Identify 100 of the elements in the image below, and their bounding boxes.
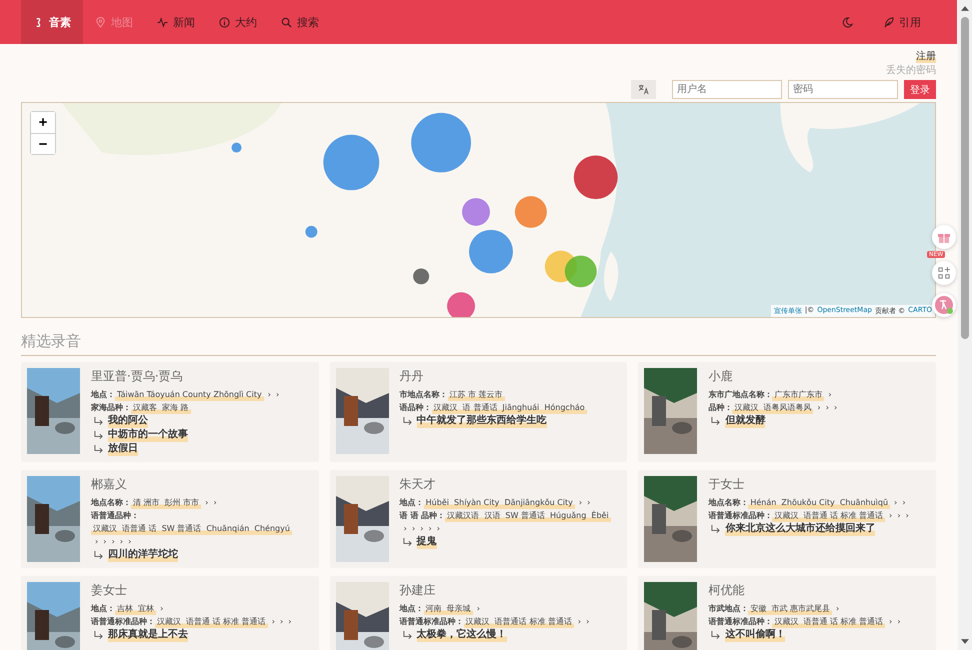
username-field[interactable]: 用户名: [672, 80, 782, 99]
story-link[interactable]: 四川的洋芋坨坨: [108, 548, 178, 562]
meta-value[interactable]: 汉藏汉 语 普通话 Jiānghuái Hóngcháo: [432, 401, 587, 414]
nav-tab[interactable]: 搜索: [269, 0, 331, 44]
gift-button[interactable]: [932, 225, 956, 249]
meta-value[interactable]: Táiwān Táoyuán County Zhōnglì City: [115, 388, 264, 401]
return-arrow-icon: [93, 430, 104, 440]
chevron-text: › ›: [578, 498, 590, 507]
speaker-name: 里亚普·贾乌·贾乌: [91, 368, 184, 385]
story-link[interactable]: 我的阿公: [108, 414, 148, 428]
feather-icon: [883, 16, 894, 28]
return-arrow-icon: [93, 550, 104, 560]
meta-value[interactable]: 汉藏汉语 汉语 SW 普通话 Húguǎng Èběi: [445, 509, 611, 522]
translate-icon: [638, 84, 649, 95]
chevron-text: › ›: [268, 390, 280, 399]
story-link[interactable]: 那床真就是上不去: [108, 628, 188, 642]
return-arrow-icon: [402, 416, 413, 426]
story-link[interactable]: 捉鬼: [416, 535, 437, 549]
chevron-text: ›: [160, 604, 164, 613]
meta-label: 家海品种：: [91, 403, 131, 412]
meta-value[interactable]: 汉藏汉 语粤风语粤风: [732, 401, 814, 414]
meta-value[interactable]: 汉藏汉 语普通 话 标准 普通话: [155, 615, 268, 628]
chevron-text: › ›: [894, 498, 906, 507]
return-arrow-icon: [93, 630, 104, 640]
search-icon: [281, 16, 292, 28]
chevron-text: ›: [828, 390, 832, 399]
meta-label: 地点：: [400, 604, 424, 613]
pin-icon: [95, 16, 106, 28]
meta-value[interactable]: 汉藏汉 语普通 话 标准 普通话: [772, 509, 886, 522]
nav-tab[interactable]: 新闻: [145, 0, 207, 44]
login-button[interactable]: 登录: [904, 80, 936, 99]
zoom-out-button[interactable]: −: [31, 133, 55, 154]
scroll-down-icon[interactable]: [961, 639, 969, 644]
meta-value[interactable]: Húběi Shíyàn City Dānjiāngkǒu City: [424, 496, 575, 509]
chevron-text: ›: [476, 604, 480, 613]
nav-tab[interactable]: 大约: [207, 0, 269, 44]
speaker-name: 孙建庄: [400, 582, 437, 599]
return-arrow-icon: [93, 444, 104, 454]
meta-label: 语普通标准品种：: [708, 617, 772, 626]
return-arrow-icon: [710, 524, 722, 534]
scrollbar[interactable]: [958, 0, 972, 650]
pulse-icon: [157, 16, 168, 28]
story-link[interactable]: 中午就发了那些东西给学生吃: [416, 414, 547, 428]
translate-button[interactable]: [631, 80, 656, 99]
meta-value[interactable]: 汉藏汉 语普通 话 标准 普通话: [772, 615, 886, 628]
moon-icon[interactable]: [842, 16, 853, 28]
meta-label: 语普通标准品种：: [708, 511, 772, 520]
speaker-name: 姜女士: [91, 582, 128, 599]
speaker-name: 柯优能: [708, 582, 746, 599]
meta-label: 地点名称：: [91, 498, 131, 507]
return-arrow-icon: [710, 630, 722, 640]
meta-value[interactable]: 清 洲市 彭州 市市: [131, 496, 202, 509]
speaker-name: 于女士: [708, 476, 746, 493]
register-link[interactable]: 注册: [916, 49, 936, 63]
apps-button[interactable]: [932, 261, 956, 285]
story-link[interactable]: 太极拳，它这么慢！: [416, 628, 507, 642]
meta-label: 语 语 品种：: [400, 511, 446, 520]
return-arrow-icon: [710, 416, 722, 426]
chevron-text: › › › › ›: [95, 537, 132, 546]
speaker-name: 朱天才: [400, 476, 437, 493]
chevron-text: › ›: [578, 617, 590, 626]
meta-label: 地点：: [91, 604, 115, 613]
story-link[interactable]: 中坜市的一个故事: [108, 428, 188, 442]
meta-label: 品种：: [708, 403, 732, 412]
scroll-up-icon[interactable]: [961, 6, 969, 11]
translate-avatar-icon: [934, 295, 954, 315]
meta-value[interactable]: 江苏 市 莲云市: [448, 388, 505, 401]
info-icon: [219, 16, 230, 28]
chevron-text: ›: [836, 604, 840, 613]
meta-label: 语普通品种：: [91, 511, 139, 520]
meta-value[interactable]: 吉林 宜林: [115, 602, 156, 615]
meta-value[interactable]: 汉藏汉 语普通 话 SW 普通话 Chuānqián Chéngyú: [91, 522, 292, 535]
meta-label: 语普通标准品种：: [91, 617, 155, 626]
meta-value[interactable]: Hénán Zhōukǒu City Chuānhuìqū: [748, 496, 890, 509]
return-arrow-icon: [402, 630, 413, 640]
translate-avatar-button[interactable]: [932, 293, 956, 317]
meta-value[interactable]: 汉藏汉 语普通话 标准 普通话: [464, 615, 574, 628]
meta-value[interactable]: 安徽 市武 惠市武尾县: [748, 602, 832, 615]
chevron-text: › ›: [205, 498, 217, 507]
password-field[interactable]: 密码: [788, 80, 898, 99]
story-link[interactable]: 这不叫偷啊！: [725, 628, 786, 642]
story-link[interactable]: 放假日: [108, 442, 138, 456]
apps-icon: [938, 267, 950, 279]
story-link[interactable]: 你来北京这么大城市还给摸回来了: [725, 522, 876, 536]
meta-label: 语普通标准品种：: [400, 617, 464, 626]
meta-label: 市武地点：: [708, 604, 748, 613]
cite-link[interactable]: 引用: [883, 0, 921, 44]
story-link[interactable]: 但就发酵: [725, 414, 766, 428]
speaker-name: 小鹿: [708, 368, 734, 385]
chevron-text: › ›: [889, 617, 901, 626]
meta-value[interactable]: 汉藏客 家海 路: [131, 401, 191, 414]
meta-value[interactable]: 广东市广东市: [772, 388, 824, 401]
meta-label: 东市广地点名称：: [708, 390, 772, 399]
nav-tab[interactable]: 音素: [21, 0, 83, 44]
chevron-text: › › ›: [889, 511, 909, 520]
meta-label: 地点：: [400, 498, 424, 507]
speaker-name: 丹丹: [400, 368, 425, 385]
chevron-text: › › ›: [817, 403, 838, 412]
return-arrow-icon: [93, 416, 104, 426]
meta-value[interactable]: 河南 母亲城: [424, 602, 473, 615]
